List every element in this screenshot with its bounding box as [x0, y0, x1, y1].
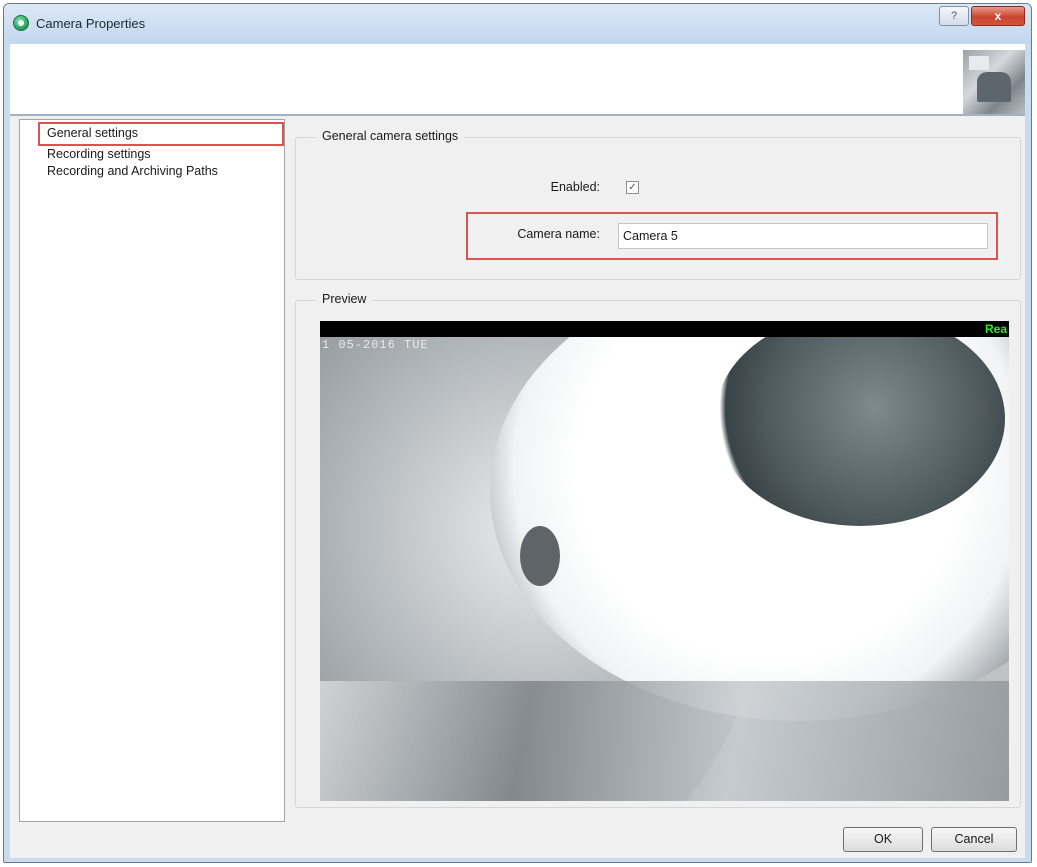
cancel-button[interactable]: Cancel [931, 827, 1017, 852]
header-banner [10, 44, 1025, 116]
camera-thumbnail [963, 50, 1025, 114]
ok-button[interactable]: OK [843, 827, 923, 852]
title-buttons: ? x [939, 6, 1025, 26]
nav-item-general-settings[interactable]: General settings [38, 122, 284, 146]
enabled-checkbox[interactable]: ✓ [626, 181, 639, 194]
scene-lens [715, 321, 1005, 526]
preview-title: Preview [316, 292, 373, 306]
check-icon: ✓ [628, 182, 637, 193]
scene-screw [520, 526, 560, 586]
enabled-label: Enabled: [550, 180, 600, 194]
scene-bracket [320, 681, 1009, 801]
preview-datetime-overlay: 1 05-2016 TUE [322, 338, 429, 352]
preview-status-text: Rea [984, 322, 1007, 336]
dialog-body: General settings Recording settings Reco… [10, 116, 1025, 858]
settings-nav-list: General settings Recording settings Reco… [19, 119, 285, 822]
nav-item-recording-archiving-paths[interactable]: Recording and Archiving Paths [47, 164, 218, 178]
preview-status-bar: Rea [320, 321, 1009, 337]
camera-name-label: Camera name: [517, 227, 600, 241]
close-icon[interactable]: x [971, 6, 1025, 26]
camera-name-input[interactable] [618, 223, 988, 249]
title-bar[interactable]: Camera Properties ? x [4, 4, 1031, 44]
nav-item-recording-settings[interactable]: Recording settings [47, 147, 151, 161]
help-icon[interactable]: ? [939, 6, 969, 26]
window-title: Camera Properties [36, 16, 146, 31]
camera-preview: Rea 1 05-2016 TUE [320, 321, 1009, 801]
camera-app-icon [13, 15, 29, 31]
general-settings-title: General camera settings [316, 129, 465, 143]
camera-properties-window: Camera Properties ? x General settings R… [3, 3, 1032, 863]
